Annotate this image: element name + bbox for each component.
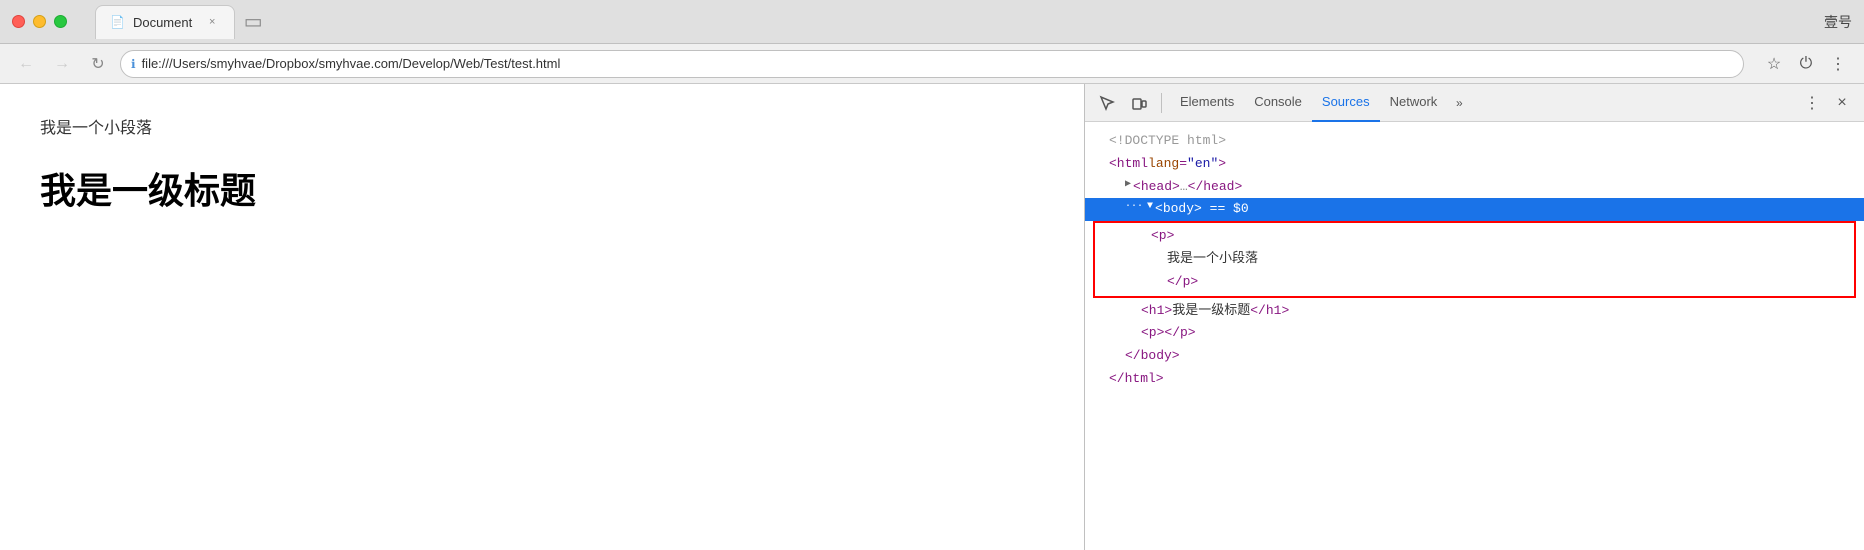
doctype-text: <!DOCTYPE html> (1109, 131, 1226, 152)
page-heading: 我是一级标题 (40, 162, 1044, 214)
html-open-tag: <html (1109, 154, 1148, 175)
devtools-right-buttons: ⋮ × (1798, 89, 1856, 117)
tab-console[interactable]: Console (1244, 84, 1312, 122)
back-button[interactable]: ← (12, 50, 40, 78)
traffic-lights (12, 15, 67, 28)
toolbar-separator (1161, 93, 1162, 113)
body-close-tag: </body> (1125, 346, 1180, 367)
devtools-toolbar: Elements Console Sources Network » ⋮ × (1085, 84, 1864, 122)
browser-menu-button[interactable]: ⋮ (1824, 50, 1852, 78)
page-paragraph: 我是一个小段落 (40, 114, 1044, 138)
main-area: 我是一个小段落 我是一级标题 (0, 84, 1864, 550)
lang-attr-value: "en" (1187, 154, 1218, 175)
new-tab-button[interactable]: ▭ (239, 8, 267, 36)
more-tabs-button[interactable]: » (1447, 89, 1471, 117)
html-head-line[interactable]: ▶ <head> … </head> (1085, 176, 1864, 199)
fullscreen-traffic-light[interactable] (54, 15, 67, 28)
close-traffic-light[interactable] (12, 15, 25, 28)
html-p-empty-line[interactable]: <p></p> (1085, 322, 1864, 345)
body-expand-arrow[interactable]: ▼ (1147, 199, 1153, 215)
tab-network[interactable]: Network (1380, 84, 1448, 122)
html-html-open-line[interactable]: <html lang = "en" > (1085, 153, 1864, 176)
nav-right-buttons: ☆ ⏻ ⋮ (1760, 50, 1852, 78)
html-p-open-line[interactable]: <p> (1095, 225, 1854, 248)
html-p-text-line: 我是一个小段落 (1095, 248, 1854, 271)
html-body-close-line[interactable]: </body> (1085, 345, 1864, 368)
lang-attr-name: lang (1148, 154, 1179, 175)
head-expand-arrow[interactable]: ▶ (1125, 177, 1131, 193)
tab-label: Document (133, 15, 192, 30)
forward-button[interactable]: → (48, 50, 76, 78)
devtools-html-content: <!DOCTYPE html> <html lang = "en" > ▶ <h… (1085, 122, 1864, 550)
body-dots: ··· (1125, 199, 1143, 215)
devtools-menu-button[interactable]: ⋮ (1798, 89, 1826, 117)
minimize-traffic-light[interactable] (33, 15, 46, 28)
devtools-tabs: Elements Console Sources Network » (1170, 84, 1794, 122)
tab-elements[interactable]: Elements (1170, 84, 1244, 122)
html-html-close-line[interactable]: </html> (1085, 368, 1864, 391)
url-text: file:///Users/smyhvae/Dropbox/smyhvae.co… (142, 56, 561, 71)
active-tab[interactable]: 📄 Document × (95, 5, 235, 39)
tab-sources[interactable]: Sources (1312, 84, 1380, 122)
html-body-selected-line[interactable]: ··· ▼ <body> == $0 (1085, 198, 1864, 221)
bookmark-button[interactable]: ☆ (1760, 50, 1788, 78)
title-bar: 📄 Document × ▭ 壹号 (0, 0, 1864, 44)
p-open-tag: <p> (1151, 226, 1174, 247)
browser-window: 📄 Document × ▭ 壹号 ← → ↻ ℹ file:///Users/… (0, 0, 1864, 550)
html-h1-line[interactable]: <h1> 我是一级标题 </h1> (1085, 300, 1864, 323)
reload-button[interactable]: ↻ (84, 50, 112, 78)
tab-bar: 📄 Document × ▭ (95, 5, 1816, 39)
address-bar[interactable]: ℹ file:///Users/smyhvae/Dropbox/smyhvae.… (120, 50, 1744, 78)
element-picker-button[interactable] (1093, 89, 1121, 117)
tab-close-button[interactable]: × (204, 14, 220, 30)
device-toolbar-button[interactable] (1125, 89, 1153, 117)
body-tag-open: <body> == $0 (1155, 199, 1249, 220)
nav-bar: ← → ↻ ℹ file:///Users/smyhvae/Dropbox/sm… (0, 44, 1864, 84)
html-doctype-line: <!DOCTYPE html> (1085, 130, 1864, 153)
p-close-tag: </p> (1167, 272, 1198, 293)
tab-document-icon: 📄 (110, 15, 125, 29)
power-button[interactable]: ⏻ (1792, 50, 1820, 78)
page-content: 我是一个小段落 我是一级标题 (0, 84, 1084, 550)
html-close-tag: </html> (1109, 369, 1164, 390)
devtools-close-button[interactable]: × (1828, 89, 1856, 117)
html-p-close-line[interactable]: </p> (1095, 271, 1854, 294)
highlighted-element-box: <p> 我是一个小段落 </p> (1093, 221, 1856, 297)
p-text-content: 我是一个小段落 (1167, 249, 1258, 270)
devtools-panel: Elements Console Sources Network » ⋮ × (1084, 84, 1864, 550)
browser-title: 壹号 (1824, 12, 1852, 32)
lock-icon: ℹ (131, 57, 136, 71)
